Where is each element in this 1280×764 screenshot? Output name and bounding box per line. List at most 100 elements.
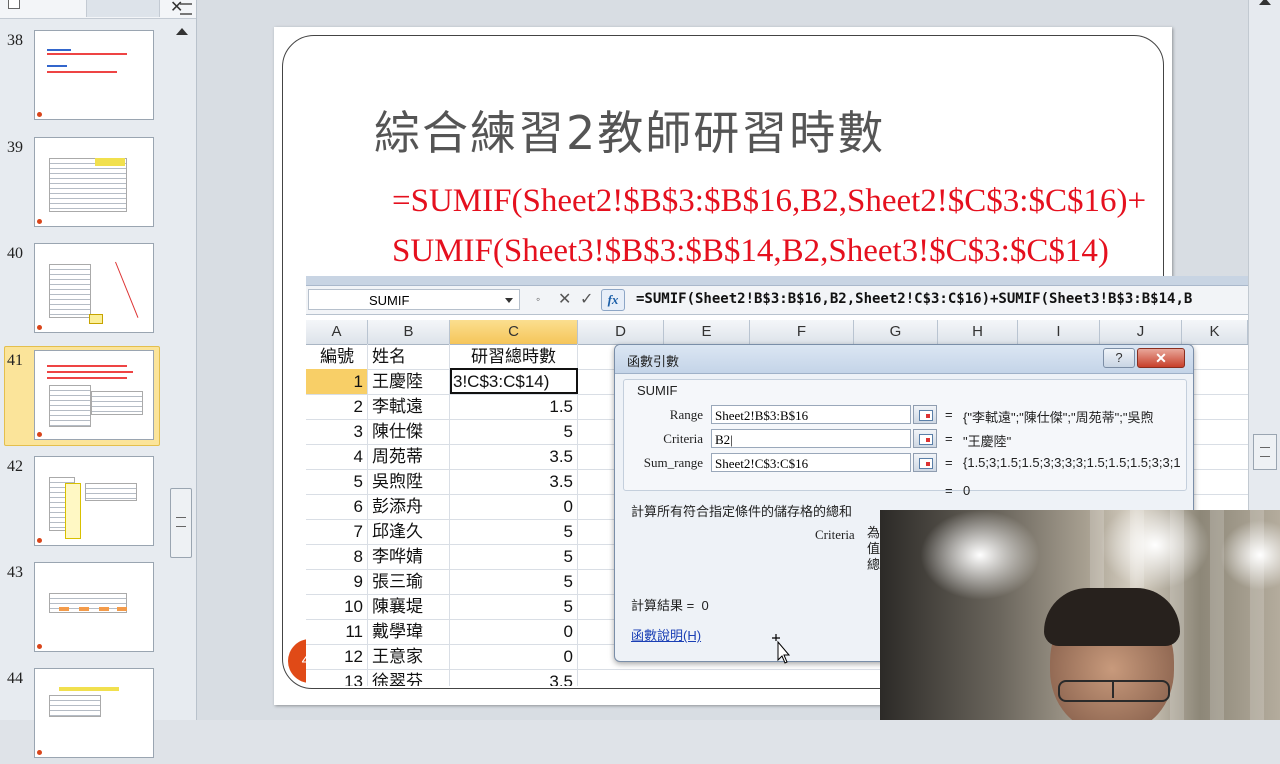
thumbnail-image[interactable] <box>34 562 154 652</box>
criteria-label: Criteria <box>663 431 703 446</box>
cell-a[interactable]: 13 <box>306 669 368 686</box>
cell-a[interactable]: 3 <box>306 419 368 444</box>
column-headers: A B C D E F G H I J K <box>306 320 1248 345</box>
column-header-k[interactable]: K <box>1182 320 1248 344</box>
close-button[interactable]: ✕ <box>1137 348 1185 368</box>
thumbnail-image[interactable] <box>34 350 154 440</box>
help-button[interactable]: ? <box>1103 348 1135 368</box>
cell-c[interactable]: 0 <box>450 494 578 519</box>
cell-c[interactable]: 1.5 <box>450 394 578 419</box>
column-header-h[interactable]: H <box>938 320 1018 344</box>
function-help-link[interactable]: 函數說明(H) <box>631 625 701 644</box>
collapse-dialog-icon <box>919 410 933 421</box>
slide-thumbnail-40[interactable]: 40 <box>0 243 170 339</box>
column-header-e[interactable]: E <box>664 320 750 344</box>
document-icon[interactable] <box>8 0 20 9</box>
formula-bar-text[interactable]: =SUMIF(Sheet2!B$3:B$16,B2,Sheet2!C$3:C$1… <box>636 289 1192 310</box>
cell-a[interactable]: 6 <box>306 494 368 519</box>
cell-c[interactable]: 3.5 <box>450 469 578 494</box>
scroll-up-icon[interactable] <box>1259 0 1271 5</box>
cell-a[interactable]: 12 <box>306 644 368 669</box>
cell-c[interactable]: 5 <box>450 544 578 569</box>
formula-line-2[interactable]: SUMIF(Sheet3!$B$3:$B$14,B2,Sheet3!$C$3:$… <box>392 233 1109 270</box>
cell-a[interactable]: 9 <box>306 569 368 594</box>
cell-b[interactable]: 陳仕傑 <box>372 419 450 444</box>
close-pane-icon[interactable]: ✕ <box>170 0 183 16</box>
range-result: {"李軾遠";"陳仕傑";"周苑蒂";"吳煦 <box>963 410 1154 425</box>
cell-c[interactable]: 5 <box>450 419 578 444</box>
slide-thumbnail-38[interactable]: 38 <box>0 30 170 126</box>
thumbnail-image[interactable] <box>34 137 154 227</box>
cell-a[interactable]: 10 <box>306 594 368 619</box>
column-header-j[interactable]: J <box>1100 320 1182 344</box>
cell-c[interactable]: 5 <box>450 569 578 594</box>
cell-a[interactable]: 7 <box>306 519 368 544</box>
scroll-up-icon[interactable] <box>176 28 188 35</box>
cell-c[interactable]: 0 <box>450 619 578 644</box>
sum-range-input[interactable]: Sheet2!C$3:C$16 <box>711 453 911 472</box>
excel-ribbon-edge <box>306 276 1248 286</box>
slide-thumbnail-39[interactable]: 39 <box>0 137 170 233</box>
formula-line-1[interactable]: =SUMIF(Sheet2!$B$3:$B$16,B2,Sheet2!$C$3:… <box>392 183 1146 220</box>
column-header-c[interactable]: C <box>450 320 578 344</box>
cell-b[interactable]: 王意家 <box>372 644 450 669</box>
cell-b[interactable]: 陳襄堤 <box>372 594 450 619</box>
cell-c[interactable]: 5 <box>450 594 578 619</box>
column-header-a[interactable]: A <box>306 320 368 344</box>
thumbnail-image[interactable] <box>34 668 154 758</box>
cell-a[interactable]: 11 <box>306 619 368 644</box>
mouse-cursor-icon <box>772 634 790 664</box>
slide-thumbnail-43[interactable]: 43 <box>0 562 170 658</box>
outline-tab[interactable] <box>86 0 192 17</box>
thumbnail-image[interactable] <box>34 456 154 546</box>
column-header-f[interactable]: F <box>750 320 854 344</box>
column-header-g[interactable]: G <box>854 320 938 344</box>
cell-b[interactable]: 王慶陸 <box>372 369 450 394</box>
slide-thumbnail-41[interactable]: 41 <box>0 346 170 446</box>
cell-b[interactable]: 戴學瑋 <box>372 619 450 644</box>
range-collapse-button[interactable] <box>913 405 937 424</box>
dropdown-arrow-icon[interactable] <box>505 298 513 303</box>
slide-title[interactable]: 綜合練習2教師研習時數 <box>374 97 885 163</box>
scroll-thumb[interactable] <box>170 488 192 558</box>
thumbnail-scrollbar[interactable] <box>168 24 192 720</box>
thumbnail-image[interactable] <box>34 30 154 120</box>
cell-b[interactable]: 彭添舟 <box>372 494 450 519</box>
column-header-b[interactable]: B <box>368 320 450 344</box>
cell-b[interactable]: 邱逢久 <box>372 519 450 544</box>
cell-a[interactable]: 4 <box>306 444 368 469</box>
scroll-thumb[interactable] <box>1253 434 1277 470</box>
cell-b-header[interactable]: 姓名 <box>372 344 450 369</box>
slide-thumbnail-42[interactable]: 42 <box>0 456 170 552</box>
cell-a[interactable]: 2 <box>306 394 368 419</box>
criteria-input[interactable]: B2| <box>711 429 911 448</box>
cell-b[interactable]: 李哗婧 <box>372 544 450 569</box>
range-input[interactable]: Sheet2!B$3:B$16 <box>711 405 911 424</box>
column-header-i[interactable]: I <box>1018 320 1100 344</box>
cell-b[interactable]: 徐翠芬 <box>372 669 450 686</box>
cancel-icon[interactable]: ✕ <box>558 289 571 310</box>
cell-b[interactable]: 李軾遠 <box>372 394 450 419</box>
cell-a[interactable]: 5 <box>306 469 368 494</box>
criteria-collapse-button[interactable] <box>913 429 937 448</box>
enter-icon[interactable]: ✓ <box>580 289 593 310</box>
cell-c[interactable]: 5 <box>450 519 578 544</box>
cell-c[interactable]: 3.5 <box>450 669 578 686</box>
cell-a[interactable]: 1 <box>306 369 368 394</box>
slide-thumbnail-44[interactable]: 44 <box>0 668 170 764</box>
cell-c[interactable]: 3.5 <box>450 444 578 469</box>
cell-b[interactable]: 周苑蒂 <box>372 444 450 469</box>
cell-c-header[interactable]: 研習總時數 <box>450 344 578 369</box>
dialog-title-bar[interactable]: 函數引數 ? ✕ <box>615 345 1193 374</box>
thumbnail-image[interactable] <box>34 243 154 333</box>
insert-function-icon[interactable]: fx <box>601 289 625 311</box>
cell-b[interactable]: 吳煦陞 <box>372 469 450 494</box>
cell-b[interactable]: 張三瑜 <box>372 569 450 594</box>
name-box[interactable]: SUMIF <box>308 289 520 310</box>
slide-thumbnail-pane: ✕ 38 39 40 41 42 43 44 <box>0 0 197 758</box>
column-header-d[interactable]: D <box>578 320 664 344</box>
sum-range-collapse-button[interactable] <box>913 453 937 472</box>
cell-c[interactable]: 0 <box>450 644 578 669</box>
cell-a-header[interactable]: 編號 <box>320 344 368 369</box>
cell-a[interactable]: 8 <box>306 544 368 569</box>
